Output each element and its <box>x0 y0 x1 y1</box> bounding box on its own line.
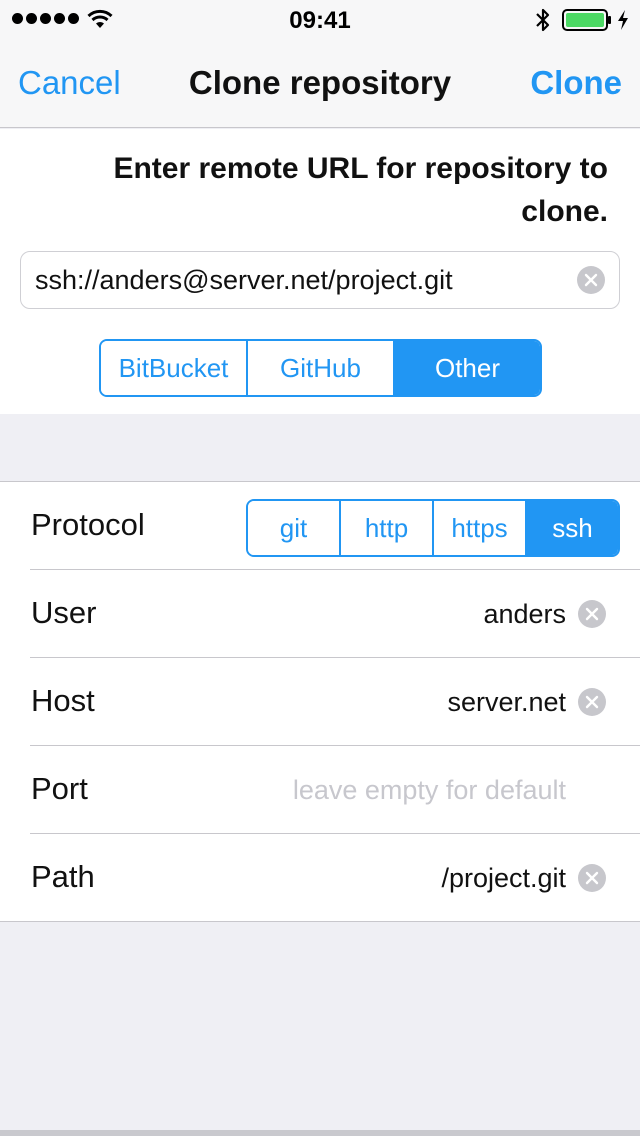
segment-ssh[interactable]: ssh <box>527 501 618 555</box>
user-row: User <box>0 570 640 658</box>
user-input[interactable] <box>206 570 566 658</box>
status-bar: 09:41 <box>0 0 640 40</box>
port-label: Port <box>31 771 88 806</box>
navigation-bar: Cancel Clone repository Clone <box>0 40 640 128</box>
clone-button[interactable]: Clone <box>530 64 622 102</box>
clear-icon <box>585 607 599 621</box>
clear-host-button[interactable] <box>578 688 606 716</box>
service-segmented-control: BitBucket GitHub Other <box>99 339 542 397</box>
clear-icon <box>584 273 598 287</box>
url-field <box>20 251 620 309</box>
url-input[interactable] <box>35 252 575 308</box>
clear-icon <box>585 695 599 709</box>
host-row: Host <box>0 658 640 746</box>
path-label: Path <box>31 859 95 894</box>
protocol-row: Protocol git http https ssh <box>0 482 640 570</box>
cancel-button[interactable]: Cancel <box>18 64 121 102</box>
segment-http[interactable]: http <box>341 501 434 555</box>
clear-icon <box>585 871 599 885</box>
host-input[interactable] <box>206 658 566 746</box>
clear-url-button[interactable] <box>577 266 605 294</box>
port-row: Port <box>0 746 640 834</box>
segment-github[interactable]: GitHub <box>248 341 395 395</box>
bluetooth-icon <box>536 8 550 32</box>
connection-form: Protocol git http https ssh User Host Po… <box>0 481 640 922</box>
protocol-label: Protocol <box>31 507 145 542</box>
clear-path-button[interactable] <box>578 864 606 892</box>
path-input[interactable] <box>206 834 566 922</box>
url-section: Enter remote URL for repository to clone… <box>0 129 640 414</box>
host-label: Host <box>31 683 95 718</box>
user-label: User <box>31 595 97 630</box>
segment-https[interactable]: https <box>434 501 527 555</box>
clear-user-button[interactable] <box>578 600 606 628</box>
segment-git[interactable]: git <box>248 501 341 555</box>
charging-bolt-icon <box>618 10 628 30</box>
protocol-segmented-control: git http https ssh <box>246 499 620 557</box>
bottom-edge <box>0 1130 640 1136</box>
segment-other[interactable]: Other <box>395 341 540 395</box>
instruction-text: Enter remote URL for repository to clone… <box>113 152 608 228</box>
battery-charging-icon <box>562 9 611 31</box>
port-input[interactable] <box>206 746 566 834</box>
segment-bitbucket[interactable]: BitBucket <box>101 341 248 395</box>
path-row: Path <box>0 834 640 922</box>
